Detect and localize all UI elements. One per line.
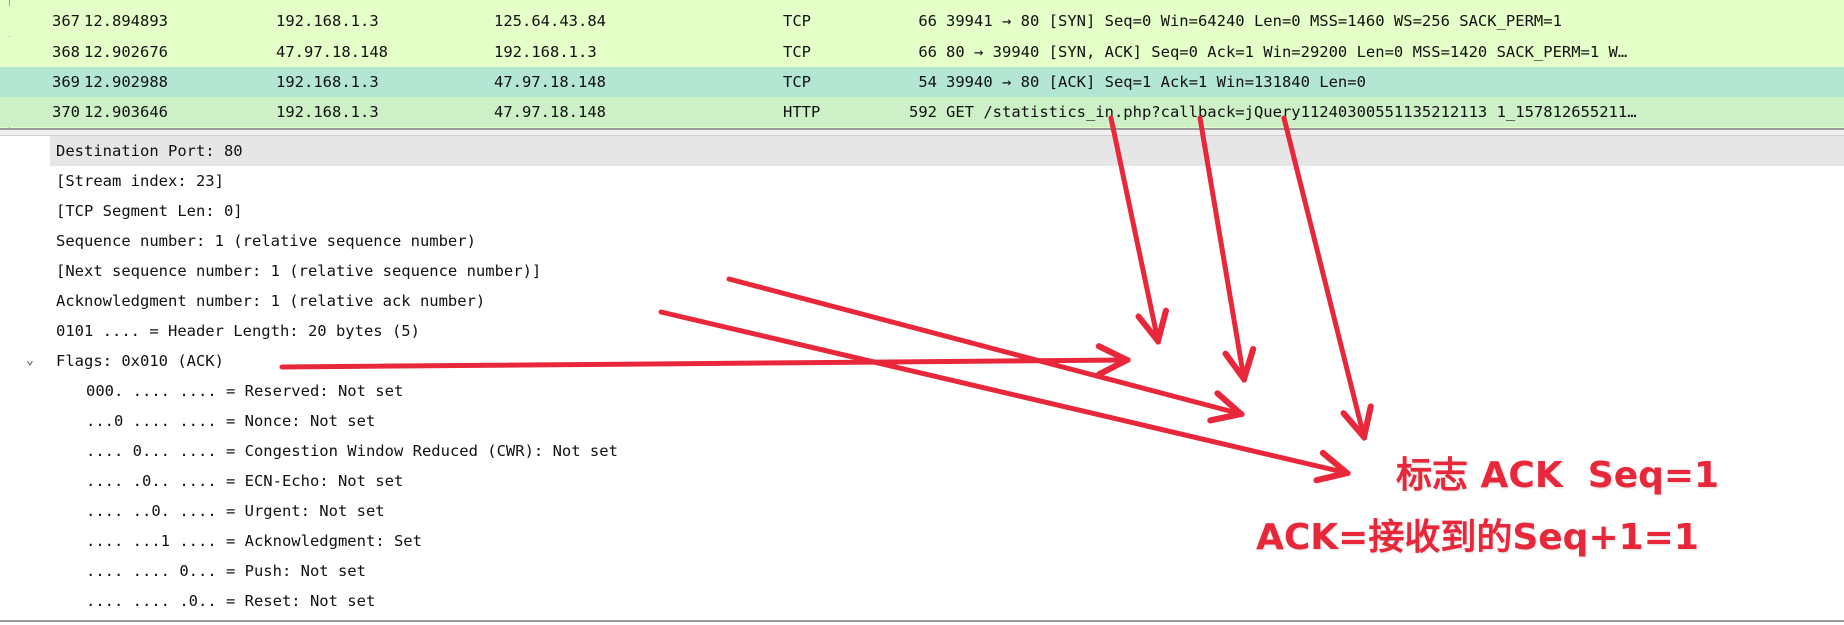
annotation-line-1: 标志 ACK Seq=1	[1396, 455, 1720, 496]
annotation-arrow	[279, 360, 1127, 367]
annotation-arrow	[1108, 115, 1158, 341]
annotation-line-2: ACK=接收到的Seq+1=1	[1256, 517, 1699, 558]
annotation-arrow	[1281, 115, 1364, 437]
annotation-arrow	[658, 309, 1347, 473]
annotation-arrow	[1197, 115, 1244, 379]
